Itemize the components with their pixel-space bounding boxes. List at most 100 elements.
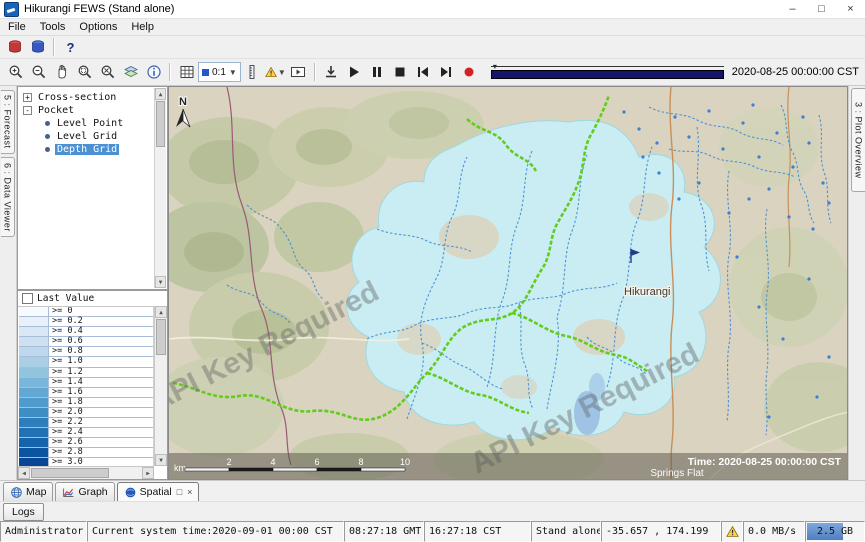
minimize-button[interactable]: – [778, 0, 807, 18]
layers-icon[interactable] [119, 61, 142, 84]
tree-item-label[interactable]: Cross-section [36, 92, 118, 103]
tab-map[interactable]: Map [3, 482, 53, 501]
tree-item-depth-grid[interactable]: Depth Grid [19, 143, 154, 156]
tree-item-level-point[interactable]: Level Point [19, 117, 154, 130]
menu-tools[interactable]: Tools [34, 20, 74, 34]
close-panel-icon[interactable]: × [187, 487, 192, 497]
zoom-in-icon[interactable] [4, 61, 27, 84]
current-timestep: 2020-08-25 00:00:00 CST [732, 66, 861, 78]
tree-item-cross-section[interactable]: + Cross-section [19, 91, 154, 104]
animation-icon[interactable] [287, 61, 310, 84]
close-button[interactable]: × [836, 0, 865, 18]
tree-item-label[interactable]: Pocket [36, 105, 76, 116]
tab-forecast[interactable]: 5 : Forecast [1, 90, 15, 154]
stop-button[interactable] [389, 61, 412, 84]
last-value-checkbox[interactable] [22, 293, 33, 304]
warning-dropdown-icon[interactable]: ▼ [264, 61, 287, 84]
tab-graph[interactable]: Graph [55, 482, 114, 501]
timeline-slider[interactable]: ▾ [491, 64, 724, 80]
maximize-button[interactable]: □ [807, 0, 836, 18]
scroll-up-arrow[interactable]: ▲ [155, 306, 167, 318]
legend-label: >= 1.2 [49, 368, 83, 377]
timeline-track [491, 66, 724, 67]
scroll-thumb[interactable] [156, 101, 165, 147]
tab-spatial[interactable]: Spatial □ × [117, 482, 200, 501]
legend-scrollbar[interactable]: ▲ ▼ [154, 306, 167, 466]
info-icon[interactable] [142, 61, 165, 84]
legend-color-swatch [19, 378, 49, 387]
right-tab-strip: 3 : Plot Overview [848, 86, 865, 480]
database-blue-icon[interactable] [26, 36, 49, 59]
tab-plot-overview[interactable]: 3 : Plot Overview [851, 88, 865, 192]
scroll-down-arrow[interactable]: ▼ [155, 454, 167, 466]
legend-hscrollbar[interactable]: ◀ ▶ [18, 466, 154, 479]
zoom-out-icon[interactable] [27, 61, 50, 84]
classification-value: 0:1 [212, 67, 226, 78]
spatial-icon [124, 486, 137, 499]
legend-label: >= 0.8 [49, 347, 83, 356]
chart-icon [62, 486, 75, 499]
zoom-extent-icon[interactable] [96, 61, 119, 84]
legend-table: >= 0>= 0.2>= 0.4>= 0.6>= 0.8>= 1.0>= 1.2… [19, 307, 154, 466]
map-time-label: Time: 2020-08-25 00:00:00 CST [688, 456, 842, 468]
title-bar: Hikurangi FEWS (Stand alone) – □ × [0, 0, 865, 19]
pan-hand-icon[interactable] [50, 61, 73, 84]
collapse-icon[interactable]: - [23, 106, 32, 115]
status-warning-icon[interactable] [721, 521, 743, 542]
menu-file[interactable]: File [2, 20, 34, 34]
tree-item-label-selected[interactable]: Depth Grid [55, 144, 119, 155]
scale-tick: 8 [358, 457, 363, 467]
export-animation-icon[interactable] [320, 61, 343, 84]
legend-label: >= 0 [49, 307, 72, 316]
legend-row: >= 1.8 [19, 398, 153, 408]
undock-panel-icon[interactable]: □ [177, 487, 182, 497]
map-svg: API Key Required API Key Required Hikura… [169, 87, 848, 480]
tree-item-pocket[interactable]: - Pocket [19, 104, 154, 117]
tree-item-level-grid[interactable]: Level Grid [19, 130, 154, 143]
skip-to-start-button[interactable] [412, 61, 435, 84]
play-button[interactable] [343, 61, 366, 84]
node-bullet-icon [45, 134, 50, 139]
legend-row: >= 0.4 [19, 327, 153, 337]
legend-color-swatch [19, 398, 49, 407]
menu-options[interactable]: Options [73, 20, 125, 34]
database-red-icon[interactable] [3, 36, 26, 59]
help-icon[interactable]: ? [59, 36, 82, 59]
scroll-thumb[interactable] [156, 319, 166, 355]
bottom-tab-bar: Map Graph Spatial □ × [0, 480, 865, 501]
grid-display-icon[interactable] [175, 61, 198, 84]
globe-icon [10, 486, 23, 499]
scroll-down-arrow[interactable]: ▼ [155, 276, 166, 288]
tab-data-viewer[interactable]: 6 : Data Viewer [1, 157, 15, 237]
zoom-box-icon[interactable] [73, 61, 96, 84]
data-viewer-panel: + Cross-section - Pocket Level Point Lev… [17, 86, 168, 480]
scroll-left-arrow[interactable]: ◀ [18, 467, 30, 479]
legend-label: >= 1.4 [49, 378, 83, 387]
scroll-right-arrow[interactable]: ▶ [142, 467, 154, 479]
profile-ruler-icon[interactable] [241, 61, 264, 84]
legend-color-swatch [19, 438, 49, 447]
pause-button[interactable] [366, 61, 389, 84]
timeline-fill [491, 70, 724, 79]
legend-color-swatch [19, 428, 49, 437]
map-canvas[interactable]: API Key Required API Key Required Hikura… [168, 86, 848, 480]
legend-label: >= 2.6 [49, 438, 83, 447]
record-button[interactable] [458, 61, 481, 84]
classification-dropdown[interactable]: 0:1 ▼ [198, 62, 241, 82]
skip-to-end-button[interactable] [435, 61, 458, 84]
data-tree-panel: + Cross-section - Pocket Level Point Lev… [17, 86, 168, 290]
tree-item-label[interactable]: Level Grid [55, 131, 119, 142]
app-icon [4, 2, 19, 17]
tree-scrollbar[interactable]: ▲ ▼ [154, 88, 166, 288]
legend-color-swatch [19, 458, 49, 466]
logs-button[interactable]: Logs [3, 503, 44, 521]
tree-item-label[interactable]: Level Point [55, 118, 125, 129]
menu-help[interactable]: Help [125, 20, 162, 34]
legend-row: >= 2.6 [19, 438, 153, 448]
chevron-down-icon: ▼ [229, 68, 237, 77]
expand-icon[interactable]: + [23, 93, 32, 102]
scroll-thumb[interactable] [31, 468, 109, 478]
scroll-up-arrow[interactable]: ▲ [155, 88, 166, 100]
legend-color-swatch [19, 327, 49, 336]
legend-row: >= 2.2 [19, 418, 153, 428]
